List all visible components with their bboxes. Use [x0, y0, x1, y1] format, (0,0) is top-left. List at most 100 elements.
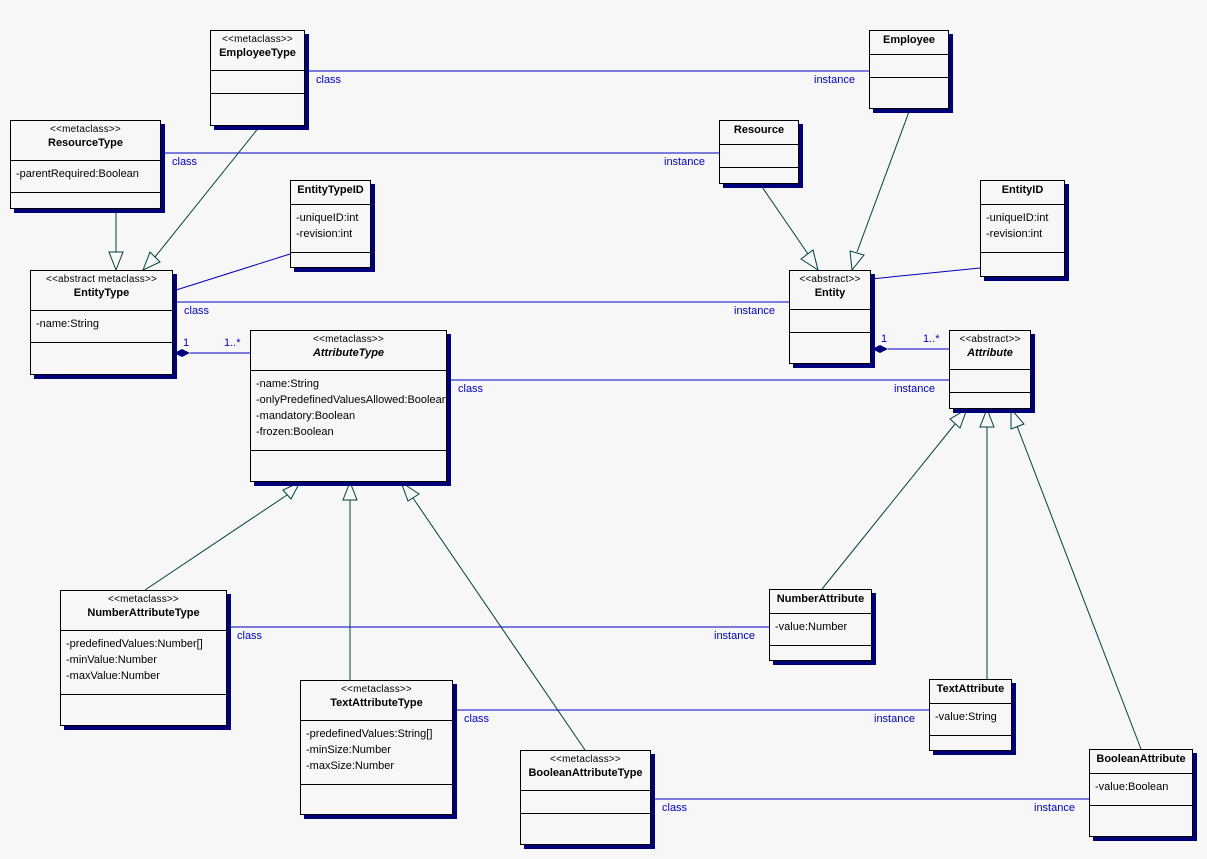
assoc-entitytype-entitytypeid[interactable] [172, 253, 291, 292]
class-attributes [790, 310, 870, 333]
class-stereotype: <<abstract metaclass>> [45, 274, 158, 285]
role-label-class: class [662, 802, 688, 814]
class-stereotype: <<metaclass>> [222, 34, 293, 45]
class-header: EntityID [981, 181, 1064, 205]
class-number-attribute[interactable]: NumberAttribute -value:Number [769, 589, 872, 661]
class-header: <<abstract>> Attribute [950, 331, 1030, 370]
role-label-instance: instance [894, 383, 935, 395]
role-label-class: class [172, 156, 198, 168]
role-label-class: class [464, 713, 490, 725]
role-label-instance: instance [1034, 802, 1075, 814]
class-header: <<metaclass>> AttributeType [251, 331, 446, 371]
generalization-arrow-icon [979, 407, 995, 428]
class-attribute: -value:Number [775, 621, 848, 633]
class-attributes: -predefinedValues:String[] -minSize:Numb… [301, 721, 452, 785]
class-attribute: -mandatory:Boolean [256, 410, 356, 422]
class-attributes: -value:Number [770, 614, 871, 646]
class-attribute: -name:String [36, 318, 99, 330]
generalization-employee-entity[interactable] [856, 108, 911, 253]
class-header: Employee [870, 31, 948, 55]
generalization-boolean-attribute[interactable] [1016, 425, 1142, 750]
generalization-resource-entity[interactable] [759, 183, 809, 255]
class-header: <<abstract>> Entity [790, 271, 870, 310]
class-name: AttributeType [312, 347, 385, 359]
class-attributes: -value:Boolean [1090, 774, 1192, 806]
class-attribute: -maxSize:Number [306, 760, 395, 772]
class-employee[interactable]: Employee [869, 30, 949, 109]
class-header: NumberAttribute [770, 590, 871, 614]
class-boolean-attribute[interactable]: BooleanAttribute -value:Boolean [1089, 749, 1193, 837]
assoc-entity-entityid[interactable] [870, 267, 981, 280]
class-text-attribute-type[interactable]: <<metaclass>> TextAttributeType -predefi… [300, 680, 453, 815]
class-attributes: -name:String [31, 311, 172, 343]
generalization-arrow-icon [949, 407, 968, 429]
class-attribute: -revision:int [296, 228, 353, 240]
composition-diamond-icon [872, 345, 888, 353]
generalization-arrow-icon [849, 250, 865, 272]
class-header: <<metaclass>> NumberAttributeType [61, 591, 226, 631]
class-attributes: -predefinedValues:Number[] -minValue:Num… [61, 631, 226, 695]
class-stereotype: <<metaclass>> [341, 684, 412, 695]
class-attribute: -uniqueID:int [296, 212, 359, 224]
role-label-instance: instance [734, 305, 775, 317]
class-attribute: -minValue:Number [66, 654, 157, 666]
generalization-arrow-icon [342, 480, 358, 501]
class-attribute: -frozen:Boolean [256, 426, 334, 438]
class-boolean-attribute-type[interactable]: <<metaclass>> BooleanAttributeType [520, 750, 651, 845]
role-label-class: class [316, 74, 342, 86]
class-header: <<metaclass>> BooleanAttributeType [521, 751, 650, 791]
multiplicity-label: 1..* [224, 337, 241, 349]
class-name: Resource [733, 124, 785, 136]
class-name: EntityType [73, 287, 130, 299]
class-attribute-type[interactable]: <<metaclass>> AttributeType -name:String… [250, 330, 447, 482]
generalization-arrow-icon [1010, 407, 1025, 430]
diagram-edges [108, 70, 1142, 800]
generalization-employeetype-entitytype[interactable] [154, 125, 261, 258]
class-number-attribute-type[interactable]: <<metaclass>> NumberAttributeType -prede… [60, 590, 227, 726]
class-resource[interactable]: Resource [719, 120, 799, 184]
class-header: <<metaclass>> ResourceType [11, 121, 160, 161]
class-attribute: -predefinedValues:Number[] [66, 638, 203, 650]
class-stereotype: <<metaclass>> [50, 124, 121, 135]
class-header: Resource [720, 121, 798, 145]
generalization-arrow-icon [400, 480, 420, 502]
class-attribute: -name:String [256, 378, 319, 390]
class-attributes [870, 55, 948, 78]
class-name: BooleanAttributeType [528, 767, 643, 779]
class-attributes: -value:String [930, 704, 1011, 736]
class-attribute[interactable]: <<abstract>> Attribute [949, 330, 1031, 409]
class-attribute: -onlyPredefinedValuesAllowed:Boolean [256, 394, 446, 406]
class-entity-type[interactable]: <<abstract metaclass>> EntityType -name:… [30, 270, 173, 375]
class-attributes [211, 71, 304, 94]
class-attributes [720, 145, 798, 168]
class-header: BooleanAttribute [1090, 750, 1192, 774]
class-name: EntityTypeID [297, 184, 364, 196]
composition-diamond-icon [174, 349, 190, 357]
class-name: NumberAttribute [776, 593, 865, 605]
class-attribute: -minSize:Number [306, 744, 391, 756]
class-employee-type[interactable]: <<metaclass>> EmployeeType [210, 30, 305, 126]
generalization-numbertype-attributetype[interactable] [144, 494, 288, 591]
class-stereotype: <<metaclass>> [550, 754, 621, 765]
class-attributes [521, 791, 650, 814]
class-attributes [950, 370, 1030, 393]
class-attribute: -predefinedValues:String[] [306, 728, 433, 740]
role-label-class: class [458, 383, 484, 395]
multiplicity-label: 1..* [923, 333, 940, 345]
class-stereotype: <<metaclass>> [313, 334, 384, 345]
role-label-instance: instance [814, 74, 855, 86]
class-entity[interactable]: <<abstract>> Entity [789, 270, 871, 364]
class-name: TextAttribute [936, 683, 1005, 695]
class-entity-type-id[interactable]: EntityTypeID -uniqueID:int -revision:int [290, 180, 371, 268]
role-label-class: class [237, 630, 263, 642]
class-attribute: -value:Boolean [1095, 781, 1169, 793]
class-name: NumberAttributeType [87, 607, 200, 619]
class-attributes: -uniqueID:int -revision:int [981, 205, 1064, 253]
class-text-attribute[interactable]: TextAttribute -value:String [929, 679, 1012, 751]
class-resource-type[interactable]: <<metaclass>> ResourceType -parentRequir… [10, 120, 161, 209]
class-attributes: -name:String -onlyPredefinedValuesAllowe… [251, 371, 446, 451]
class-name: ResourceType [48, 137, 123, 149]
class-name: Attribute [967, 347, 1013, 359]
class-entity-id[interactable]: EntityID -uniqueID:int -revision:int [980, 180, 1065, 277]
generalization-number-attribute[interactable] [821, 423, 956, 590]
